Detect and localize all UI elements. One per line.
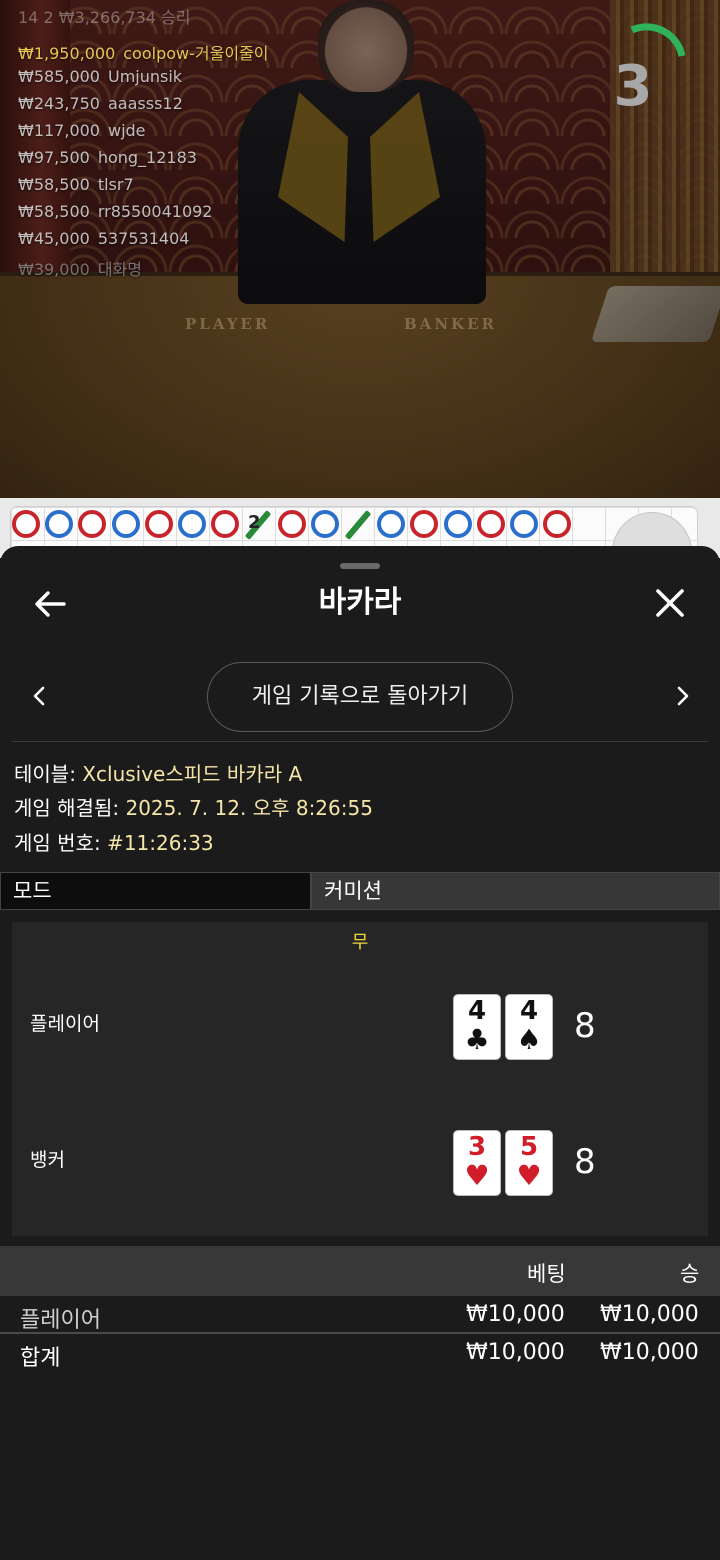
divider: [12, 741, 708, 742]
heart-icon: ♥: [516, 1159, 542, 1192]
winner-name: 대화명: [97, 260, 142, 279]
total-label: 합계: [20, 1346, 61, 1371]
winner-name: aaasss12: [107, 94, 183, 113]
winner-name: coolpow-거울이줄이: [123, 44, 269, 63]
game-history-sheet: 바카라 게임 기록으로 돌아가기 테이블: Xclusive스피드 바카라 A …: [0, 546, 720, 1560]
winner-name: wjde: [107, 121, 146, 140]
winner-name: hong_12183: [97, 148, 197, 167]
info-number-label: 게임 번호:: [14, 831, 101, 855]
winner-amount: ₩1,950,000: [18, 44, 116, 63]
banker-bead: [476, 510, 505, 538]
winner-amount: ₩243,750: [18, 94, 100, 113]
outcome-label: 무: [351, 932, 369, 953]
winners-list: 14 2 ₩3,266,734 승리 ₩1,950,000 coolpow-거울이…: [18, 8, 268, 283]
winner-amount: ₩585,000: [18, 67, 100, 86]
info-table: 테이블: Xclusive스피드 바카라 A: [14, 758, 302, 787]
banker-bead: [211, 510, 240, 538]
close-icon: [656, 589, 684, 617]
banker-bead: [277, 510, 306, 538]
card-rank: 5: [519, 1132, 539, 1162]
result-panel: 무 플레이어 4 ♣ 4 ♠ 8 뱅커 3 ♥ 5 ♥ 8: [12, 922, 708, 1236]
banker-bead: [144, 510, 173, 538]
info-number-value: #11:26:33: [100, 831, 214, 855]
info-table-value: Xclusive스피드 바카라 A: [75, 762, 303, 786]
winner-name: Umjunsik: [107, 67, 183, 86]
header-win: 승: [680, 1262, 700, 1286]
banker-bead: [12, 510, 40, 538]
tab-commission[interactable]: 커미션: [311, 872, 720, 910]
total-win: ₩10,000: [600, 1340, 699, 1365]
info-resolved: 게임 해결됨: 2025. 7. 12. 오후 8:26:55: [14, 792, 373, 821]
player-card-2: 4 ♠: [506, 995, 552, 1059]
card-rank: 4: [519, 996, 539, 1026]
tie-count: 2: [248, 512, 261, 533]
banker-score: 8: [574, 1142, 596, 1182]
winner-amount: ₩39,000: [18, 260, 90, 279]
info-number: 게임 번호: #11:26:33: [14, 827, 214, 856]
player-bead: [510, 510, 538, 538]
player-bead: [111, 510, 140, 538]
spade-icon: ♠: [516, 1023, 542, 1056]
player-score: 8: [574, 1006, 596, 1046]
countdown-number: 3: [613, 54, 653, 119]
winner-row: ₩1,950,000 coolpow-거울이줄이: [18, 40, 268, 67]
player-bead: [443, 510, 472, 538]
bet-row-player: 플레이어 ₩10,000 ₩10,000: [0, 1298, 720, 1336]
winner-row: ₩39,000 대화명: [18, 256, 268, 283]
info-resolved-value: 2025. 7. 12. 오후 8:26:55: [119, 796, 373, 820]
row-divider: [0, 1332, 720, 1334]
player-bead: [45, 510, 74, 538]
winner-amount: ₩45,000: [18, 229, 90, 248]
winner-amount: ₩58,500: [18, 175, 90, 194]
winner-row: ₩243,750 aaasss12: [18, 94, 268, 121]
banker-bead: [543, 510, 572, 538]
winner-row: ₩45,000 537531404: [18, 229, 268, 256]
drag-handle[interactable]: [340, 563, 380, 569]
bet-table-header: 베팅 승: [0, 1246, 720, 1296]
winner-amount: ₩117,000: [18, 121, 100, 140]
back-to-history-button[interactable]: 게임 기록으로 돌아가기: [207, 662, 513, 732]
card-rank: 3: [467, 1132, 487, 1162]
winner-row: ₩58,500 tlsr7: [18, 175, 268, 202]
header-bet: 베팅: [527, 1262, 566, 1286]
banker-card-2: 5 ♥: [506, 1131, 552, 1195]
close-button[interactable]: [648, 584, 692, 624]
card-rank: 4: [467, 996, 487, 1026]
player-bead: [377, 510, 406, 538]
winner-name: rr8550041092: [97, 202, 213, 221]
bet-row-bet: ₩10,000: [466, 1302, 565, 1327]
next-game-button[interactable]: [668, 680, 696, 712]
player-card-1: 4 ♣: [454, 995, 500, 1059]
bet-row-name: 플레이어: [20, 1308, 101, 1333]
info-table-label: 테이블:: [14, 762, 76, 786]
sheet-title: 바카라: [318, 585, 402, 620]
live-video: PLAYER BANKER 14 2 ₩3,266,734 승리 ₩1,950,…: [0, 0, 720, 498]
chevron-right-icon: [677, 686, 689, 706]
winner-row: ₩117,000 wjde: [18, 121, 268, 148]
winner-row: ₩585,000 Umjunsik: [18, 67, 268, 94]
bet-row-total: 합계 ₩10,000 ₩10,000: [0, 1336, 720, 1374]
previous-game-button[interactable]: [26, 680, 54, 712]
banker-label: 뱅커: [30, 1149, 65, 1171]
heart-icon: ♥: [464, 1159, 490, 1192]
player-label: 플레이어: [30, 1013, 100, 1035]
winners-total: 14 2 ₩3,266,734 승리: [18, 8, 191, 27]
player-bead: [178, 510, 206, 538]
chevron-left-icon: [33, 686, 45, 706]
info-resolved-label: 게임 해결됨:: [14, 796, 120, 820]
player-bead: [310, 510, 339, 538]
winner-row: ₩58,500 rr8550041092: [18, 202, 268, 229]
total-bet: ₩10,000: [466, 1340, 565, 1365]
bet-row-win: ₩10,000: [600, 1302, 699, 1327]
winner-row: ₩97,500 hong_12183: [18, 148, 268, 175]
winner-amount: ₩97,500: [18, 148, 90, 167]
club-icon: ♣: [464, 1023, 490, 1056]
countdown-timer: 3: [602, 22, 686, 119]
winner-name: 537531404: [97, 229, 190, 248]
winner-name: tlsr7: [97, 175, 134, 194]
tab-mode[interactable]: 모드: [0, 872, 311, 910]
winner-amount: ₩58,500: [18, 202, 90, 221]
banker-card-1: 3 ♥: [454, 1131, 500, 1195]
